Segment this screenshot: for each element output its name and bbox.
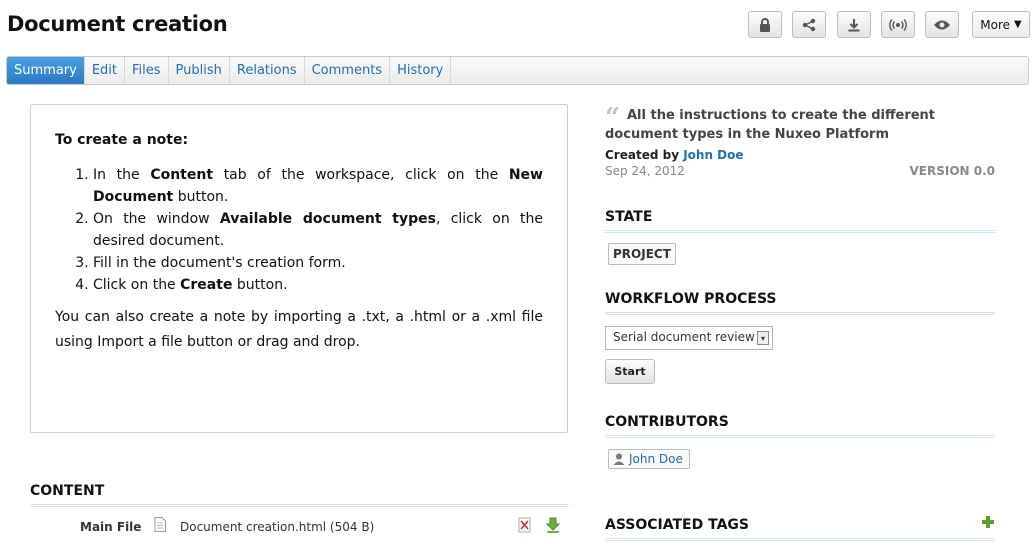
meta-row: Sep 24, 2012 VERSION 0.0 (605, 164, 995, 178)
contributor-name: John Doe (629, 452, 683, 466)
start-workflow-button[interactable]: Start (605, 359, 655, 384)
tab-bar: Summary Edit Files Publish Relations Com… (6, 56, 1029, 85)
eye-icon (934, 20, 950, 29)
main-file-name[interactable]: Document creation.html (504 B) (180, 520, 374, 534)
note-step: Fill in the document's creation form. (93, 252, 543, 274)
file-icon (154, 517, 166, 532)
tags-section: ASSOCIATED TAGS (605, 515, 995, 541)
state-section: STATE PROJECT (605, 209, 995, 265)
document-description: All the instructions to create the diffe… (605, 108, 936, 142)
content-section: CONTENT Main File Document creation.html… (30, 483, 568, 539)
workflow-selected-value: Serial document review (613, 330, 755, 344)
download-file-icon[interactable] (545, 517, 561, 533)
author-link[interactable]: John Doe (683, 148, 743, 162)
note-step: On the window Available document types, … (93, 208, 543, 252)
share-icon (802, 18, 816, 31)
contributors-section: CONTRIBUTORS John Doe (605, 414, 995, 469)
tab-edit[interactable]: Edit (85, 57, 126, 84)
note-steps-list: In the Content tab of the workspace, cli… (55, 164, 543, 296)
download-icon (848, 18, 860, 31)
created-date: Sep 24, 2012 (605, 164, 685, 178)
tab-summary[interactable]: Summary (7, 57, 85, 84)
user-icon (613, 453, 625, 465)
lock-icon (760, 17, 770, 32)
note-heading: To create a note: (55, 132, 189, 148)
contributor-chip[interactable]: John Doe (608, 449, 690, 469)
created-by-line: Created by John Doe (605, 148, 995, 162)
notification-button[interactable] (881, 11, 915, 38)
share-button[interactable] (792, 11, 826, 38)
state-title: STATE (605, 209, 995, 233)
chevron-down-icon: ▾ (757, 331, 769, 345)
tab-comments[interactable]: Comments (305, 57, 391, 84)
pdf-convert-icon[interactable] (517, 517, 533, 533)
note-step: In the Content tab of the workspace, cli… (93, 164, 543, 208)
workflow-title: WORKFLOW PROCESS (605, 291, 995, 315)
download-button[interactable] (837, 11, 871, 38)
note-step: Click on the Create button. (93, 274, 543, 296)
broadcast-icon (889, 18, 907, 31)
content-title: CONTENT (30, 483, 568, 507)
main-file-label: Main File (80, 520, 142, 534)
main-file-row: Main File Document creation.html (504 B) (30, 515, 568, 539)
page-title: Document creation (7, 12, 228, 36)
workflow-select[interactable]: Serial document review ▾ (605, 326, 773, 350)
tab-history[interactable]: History (390, 57, 452, 84)
follow-button[interactable] (925, 11, 959, 38)
state-badge: PROJECT (608, 243, 676, 265)
created-by-label: Created by (605, 148, 680, 162)
tab-relations[interactable]: Relations (230, 57, 305, 84)
contributors-title: CONTRIBUTORS (605, 414, 995, 438)
add-tag-icon[interactable] (981, 515, 995, 529)
tab-files[interactable]: Files (125, 57, 169, 84)
more-button[interactable]: More ▼ (972, 11, 1030, 38)
tab-publish[interactable]: Publish (169, 57, 230, 84)
tags-title: ASSOCIATED TAGS (605, 517, 995, 541)
document-summary: “ All the instructions to create the dif… (605, 103, 995, 178)
description-block: “ All the instructions to create the dif… (605, 103, 995, 144)
more-label: More (980, 17, 1011, 32)
lock-button[interactable] (748, 11, 782, 38)
quote-icon: “ (605, 103, 620, 133)
note-tail-text: You can also create a note by importing … (55, 309, 543, 350)
workflow-section: WORKFLOW PROCESS Serial document review … (605, 291, 995, 384)
chevron-down-icon: ▼ (1014, 19, 1022, 30)
version-label: VERSION 0.0 (909, 164, 995, 178)
note-content: To create a note: In the Content tab of … (30, 104, 568, 433)
